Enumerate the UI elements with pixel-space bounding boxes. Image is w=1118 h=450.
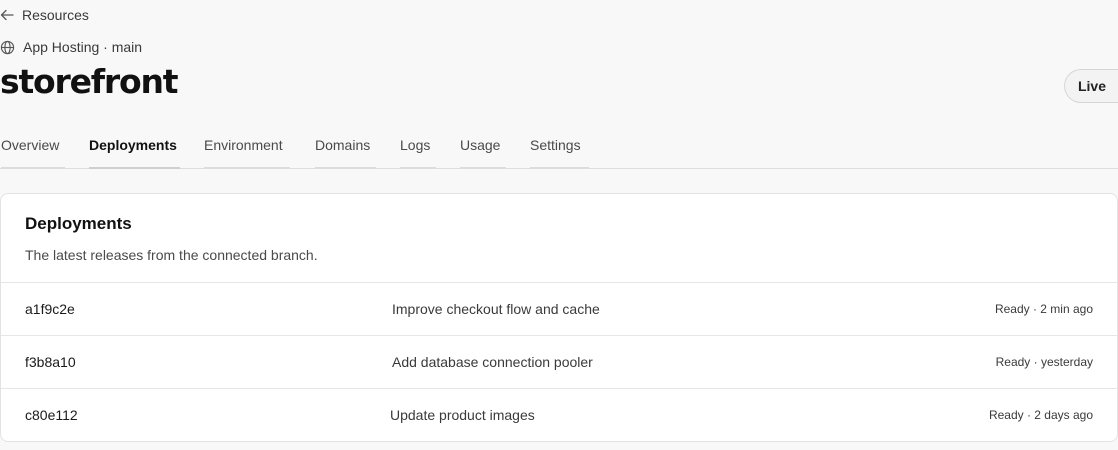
deployment-status: Ready · 2 min ago bbox=[994, 302, 1093, 316]
deployment-row[interactable]: a1f9c2e Improve checkout flow and cache … bbox=[1, 283, 1117, 336]
card-subtitle: The latest releases from the connected b… bbox=[25, 247, 318, 263]
tab-label: Domains bbox=[315, 137, 371, 153]
tab-logs[interactable]: Logs bbox=[400, 128, 436, 169]
tab-underline bbox=[204, 167, 290, 169]
commit-sha: c80e112 bbox=[25, 407, 78, 423]
tab-usage[interactable]: Usage bbox=[460, 128, 506, 169]
tab-underline bbox=[89, 167, 180, 169]
tab-overview[interactable]: Overview bbox=[1, 128, 65, 169]
deployment-status: Ready · yesterday bbox=[995, 355, 1093, 369]
tab-underline bbox=[530, 167, 589, 169]
back-link[interactable]: Resources bbox=[0, 7, 89, 23]
tab-label: Settings bbox=[530, 137, 581, 153]
card-header: Deployments The latest releases from the… bbox=[1, 194, 1117, 283]
commit-sha: a1f9c2e bbox=[25, 301, 75, 317]
page: Resources App Hosting · main storefront … bbox=[0, 0, 1118, 450]
tab-bar: Overview Deployments Environment Domains… bbox=[0, 128, 1118, 169]
globe-icon bbox=[0, 40, 15, 55]
deployment-row[interactable]: f3b8a10 Add database connection pooler R… bbox=[1, 336, 1117, 389]
tab-underline bbox=[1, 167, 65, 169]
tab-environment[interactable]: Environment bbox=[204, 128, 290, 169]
deployment-row[interactable]: c80e112 Update product images Ready · 2 … bbox=[1, 389, 1117, 441]
tab-domains[interactable]: Domains bbox=[315, 128, 376, 169]
tab-label: Environment bbox=[204, 137, 283, 153]
deployment-status: Ready · 2 days ago bbox=[988, 408, 1093, 422]
card-title: Deployments bbox=[25, 214, 132, 233]
tab-underline bbox=[460, 167, 506, 169]
back-link-label: Resources bbox=[22, 7, 89, 23]
tab-deployments[interactable]: Deployments bbox=[89, 128, 180, 169]
tab-label: Deployments bbox=[89, 137, 177, 153]
commit-sha: f3b8a10 bbox=[25, 354, 76, 370]
arrow-left-icon bbox=[0, 9, 14, 21]
deployments-card: Deployments The latest releases from the… bbox=[0, 193, 1118, 442]
service-breadcrumb: App Hosting · main bbox=[0, 39, 142, 55]
tab-label: Overview bbox=[1, 137, 60, 153]
commit-message: Add database connection pooler bbox=[392, 354, 593, 370]
commit-message: Improve checkout flow and cache bbox=[392, 301, 600, 317]
page-title: storefront bbox=[0, 62, 179, 101]
commit-message: Update product images bbox=[390, 407, 535, 423]
status-badge: Live bbox=[1063, 69, 1118, 103]
service-label: App Hosting · main bbox=[23, 39, 143, 55]
tab-settings[interactable]: Settings bbox=[530, 128, 589, 169]
tab-label: Logs bbox=[400, 137, 431, 153]
tab-underline bbox=[315, 167, 376, 169]
tab-label: Usage bbox=[460, 137, 501, 153]
tab-underline bbox=[400, 167, 436, 169]
